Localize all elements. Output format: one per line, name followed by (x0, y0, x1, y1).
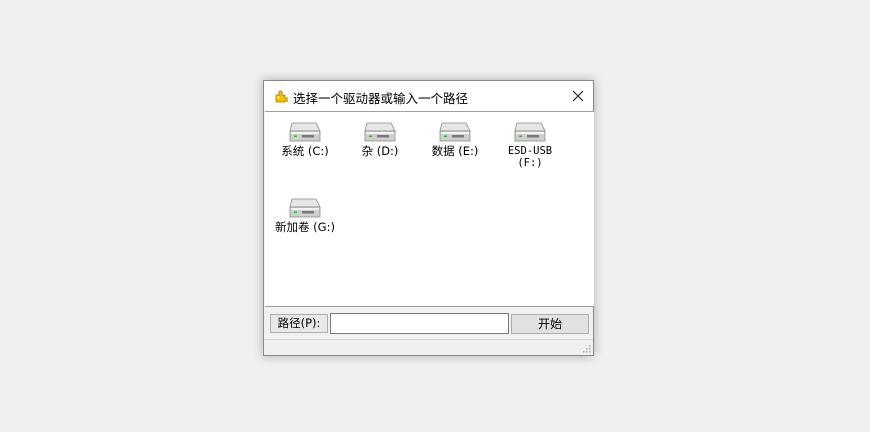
status-bar (264, 339, 593, 355)
path-label: 路径(P): (270, 314, 328, 333)
puzzle-icon (274, 89, 290, 103)
drive-item-d[interactable]: 杂 (D:) (344, 120, 416, 157)
close-button[interactable] (563, 81, 593, 111)
drive-item-c[interactable]: 系统 (C:) (269, 120, 341, 157)
close-icon (572, 90, 584, 102)
drive-label: 杂 (D:) (361, 144, 399, 158)
drive-list: 系统 (C:) 杂 (D:) 数据 (E:) ESD-USB (F:) 新加卷 … (265, 111, 594, 307)
path-bar: 路径(P): 开始 (264, 309, 593, 339)
drive-icon (289, 198, 321, 218)
window-title: 选择一个驱动器或输入一个路径 (293, 91, 469, 106)
drive-icon (364, 122, 396, 142)
drive-item-f[interactable]: ESD-USB (F:) (494, 120, 566, 169)
drive-label: 新加卷 (G:) (275, 220, 335, 234)
drive-label: ESD-USB (F:) (507, 145, 553, 169)
drive-icon (439, 122, 471, 142)
drive-icon (289, 122, 321, 142)
drive-item-e[interactable]: 数据 (E:) (419, 120, 491, 157)
resize-grip-icon[interactable] (582, 344, 592, 354)
drive-item-g[interactable]: 新加卷 (G:) (269, 196, 341, 233)
select-drive-dialog: 选择一个驱动器或输入一个路径 系统 (C:) 杂 (D:) 数据 (E:) ES… (263, 80, 594, 356)
start-button[interactable]: 开始 (511, 314, 589, 334)
drive-label: 数据 (E:) (431, 144, 479, 158)
drive-label: 系统 (C:) (281, 144, 329, 158)
path-input[interactable] (330, 313, 509, 334)
drive-icon (514, 122, 546, 142)
title-bar: 选择一个驱动器或输入一个路径 (264, 81, 593, 111)
